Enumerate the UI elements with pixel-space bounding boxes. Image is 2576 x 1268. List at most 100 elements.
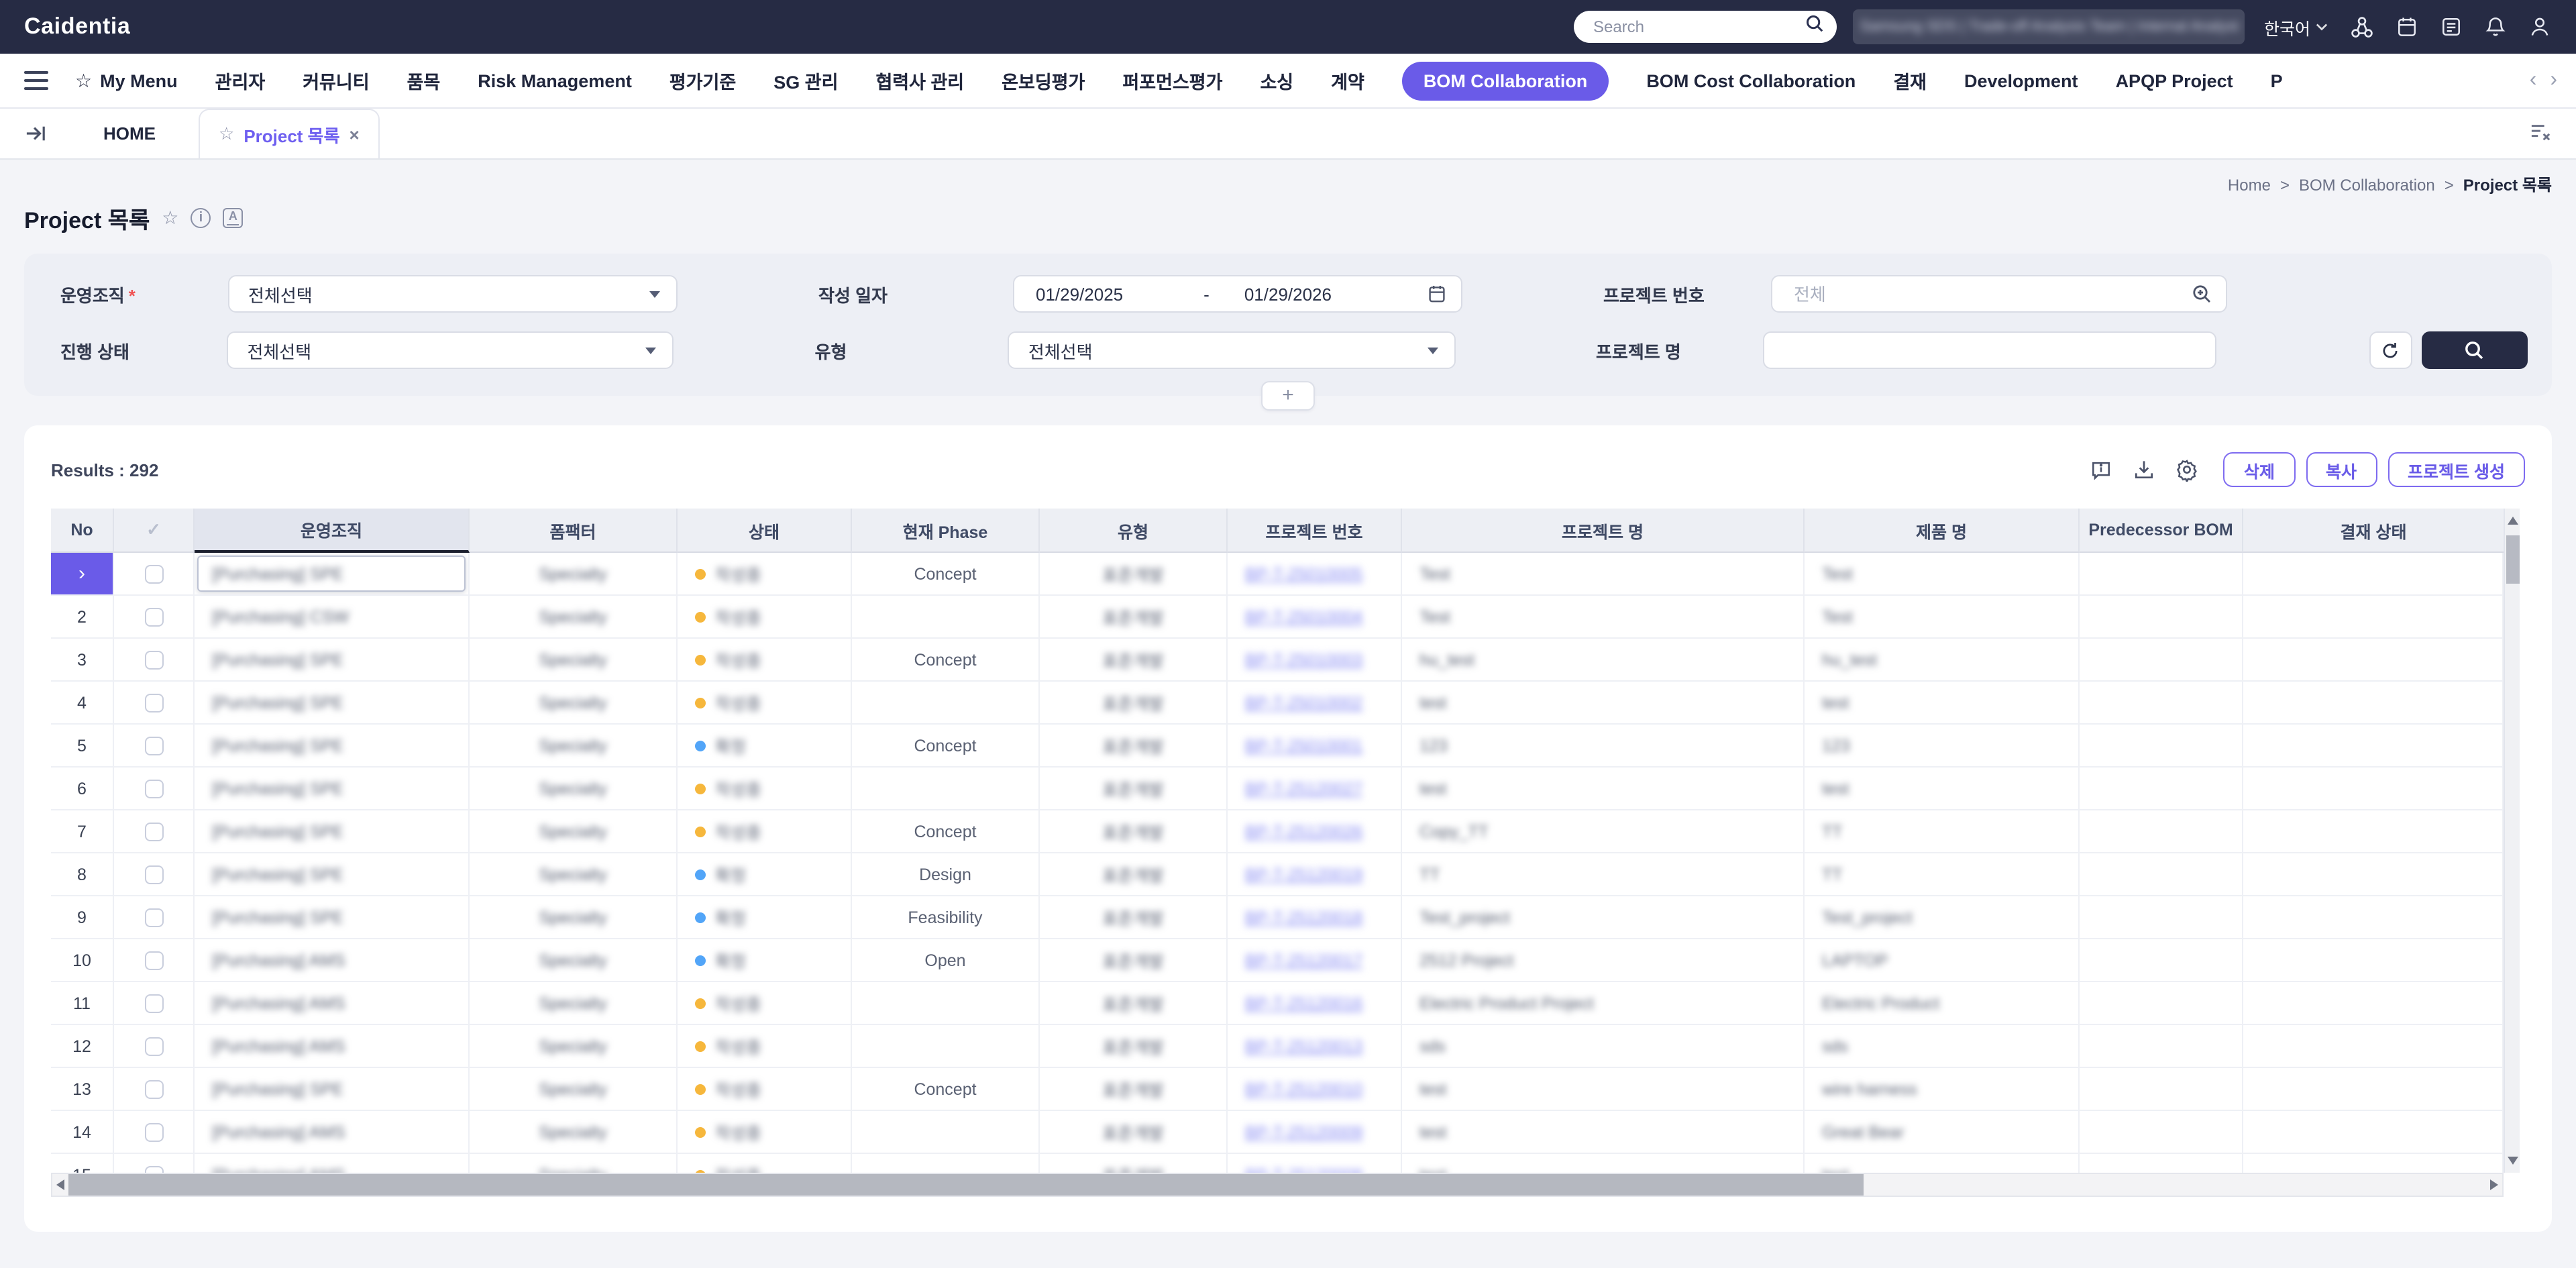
close-all-tabs-icon[interactable] — [2529, 122, 2552, 149]
cell-org[interactable]: [Purchasing] SPE — [195, 768, 470, 810]
nav-item-risk-management[interactable]: Risk Management — [478, 70, 632, 91]
cell-org[interactable]: [Purchasing] CSW — [195, 596, 470, 639]
scroll-left-arrow-icon[interactable] — [56, 1179, 64, 1190]
header-select-all[interactable]: ✓ — [114, 509, 195, 553]
project-number-link[interactable]: BP-T-25120016 — [1245, 994, 1362, 1012]
tab-home[interactable]: HOME — [79, 123, 180, 144]
project-number-link[interactable]: BP-T-25010001 — [1245, 736, 1362, 755]
nav-item-관리자[interactable]: 관리자 — [215, 67, 266, 94]
type-filter-select[interactable]: 전체선택 — [1008, 331, 1455, 369]
project-no-field[interactable] — [1771, 275, 2227, 313]
table-row[interactable]: 10[Purchasing] AMSSpecialty확정Open표준개발BP-… — [51, 939, 2520, 982]
cell-project-number[interactable]: BP-T-25010003 — [1228, 639, 1402, 682]
table-row[interactable]: 5[Purchasing] SPESpecialty확정Concept표준개발B… — [51, 725, 2520, 768]
table-row[interactable]: 2[Purchasing] CSWSpecialty작성중표준개발BP-T-25… — [51, 596, 2520, 639]
nav-item-bom-cost-collaboration[interactable]: BOM Cost Collaboration — [1646, 70, 1856, 91]
table-row[interactable]: ›[Purchasing] SPESpecialty작성중Concept표준개발… — [51, 553, 2520, 596]
nav-item-결재[interactable]: 결재 — [1893, 67, 1927, 94]
project-number-link[interactable]: BP-T-25120018 — [1245, 908, 1362, 927]
cell-project-number[interactable]: BP-T-25010002 — [1228, 682, 1402, 725]
row-checkbox[interactable] — [144, 1079, 163, 1098]
date-range-field[interactable]: 01/29/2025 - 01/29/2026 — [1013, 275, 1462, 313]
header-유형[interactable]: 유형 — [1040, 509, 1228, 553]
cell-project-number[interactable]: BP-T-25010005 — [1228, 553, 1402, 596]
header-제품 명[interactable]: 제품 명 — [1805, 509, 2080, 553]
cell-org[interactable]: [Purchasing] SPE — [195, 1068, 470, 1111]
project-number-link[interactable]: BP-T-25120013 — [1245, 1037, 1362, 1055]
nav-item-소싱[interactable]: 소싱 — [1260, 67, 1293, 94]
cell-project-number[interactable]: BP-T-25010004 — [1228, 596, 1402, 639]
header-프로젝트 명[interactable]: 프로젝트 명 — [1402, 509, 1805, 553]
project-name-field[interactable] — [1762, 331, 2216, 369]
horizontal-scroll-thumb[interactable] — [68, 1174, 1864, 1196]
header-현재 Phase[interactable]: 현재 Phase — [852, 509, 1040, 553]
scroll-up-arrow-icon[interactable] — [2508, 517, 2518, 525]
cell-org[interactable]: [Purchasing] SPE — [195, 853, 470, 896]
global-search[interactable] — [1574, 11, 1837, 43]
scroll-down-arrow-icon[interactable] — [2508, 1157, 2518, 1165]
org-filter-select[interactable]: 전체선택 — [228, 275, 678, 313]
project-number-link[interactable]: BP-T-25010002 — [1245, 693, 1362, 712]
header-운영조직[interactable]: 운영조직 — [195, 509, 470, 553]
row-checkbox[interactable] — [144, 865, 163, 884]
header-결재 상태[interactable]: 결재 상태 — [2243, 509, 2504, 553]
progress-filter-select[interactable]: 전체선택 — [227, 331, 674, 369]
cell-project-number[interactable]: BP-T-25120019 — [1228, 853, 1402, 896]
tab-project-list[interactable]: ☆ Project 목록 × — [199, 109, 380, 158]
tab-pin-icon[interactable]: ☆ — [219, 123, 234, 145]
breadcrumb-bom-collaboration[interactable]: BOM Collaboration — [2299, 176, 2435, 195]
scroll-right-arrow-icon[interactable] — [2490, 1179, 2498, 1190]
row-checkbox[interactable] — [144, 908, 163, 927]
header-상태[interactable]: 상태 — [678, 509, 852, 553]
table-row[interactable]: 15[Purchasing] AMSSpecialty작성중표준개발BP-T-2… — [51, 1154, 2520, 1173]
zoom-search-icon[interactable] — [2191, 283, 2212, 305]
selected-row-indicator[interactable]: › — [51, 553, 113, 594]
search-button[interactable] — [2421, 331, 2528, 369]
row-checkbox[interactable] — [144, 951, 163, 969]
nav-item-퍼포먼스평가[interactable]: 퍼포먼스평가 — [1122, 67, 1222, 94]
cell-org[interactable]: [Purchasing] SPE — [195, 639, 470, 682]
table-row[interactable]: 7[Purchasing] SPESpecialty작성중Concept표준개발… — [51, 810, 2520, 853]
table-row[interactable]: 3[Purchasing] SPESpecialty작성중Concept표준개발… — [51, 639, 2520, 682]
cell-project-number[interactable]: BP-T-25120018 — [1228, 896, 1402, 939]
org-chart-icon[interactable] — [2349, 14, 2375, 40]
global-search-input[interactable] — [1591, 16, 1805, 38]
row-checkbox[interactable] — [144, 779, 163, 798]
cell-org[interactable]: [Purchasing] SPE — [195, 553, 470, 596]
nav-item-p[interactable]: P — [2271, 70, 2283, 91]
cell-org[interactable]: [Purchasing] SPE — [195, 725, 470, 768]
cell-project-number[interactable]: BP-T-25120016 — [1228, 982, 1402, 1025]
nav-scroll-left-icon[interactable]: ‹ — [2530, 68, 2537, 93]
table-row[interactable]: 13[Purchasing] SPESpecialty작성중Concept표준개… — [51, 1068, 2520, 1111]
info-bubble-icon[interactable] — [2090, 458, 2114, 482]
calendar-icon[interactable] — [2395, 15, 2419, 39]
project-number-link[interactable]: BP-T-25120027 — [1245, 779, 1362, 798]
cell-project-number[interactable]: BP-T-25120009 — [1228, 1111, 1402, 1154]
nav-item-my-menu[interactable]: ☆My Menu — [75, 69, 178, 92]
memo-icon[interactable] — [2439, 15, 2463, 39]
row-checkbox[interactable] — [144, 822, 163, 841]
search-icon[interactable] — [1805, 13, 1825, 40]
project-number-link[interactable]: BP-T-25120019 — [1245, 865, 1362, 884]
row-checkbox[interactable] — [144, 1122, 163, 1141]
expand-filter-button[interactable]: + — [1261, 381, 1315, 411]
project-no-input[interactable] — [1775, 284, 2191, 304]
row-checkbox[interactable] — [144, 1037, 163, 1055]
project-number-link[interactable]: BP-T-25120009 — [1245, 1122, 1362, 1141]
nav-item-협력사-관리[interactable]: 협력사 관리 — [875, 67, 964, 94]
row-checkbox[interactable] — [144, 693, 163, 712]
nav-item-커뮤니티[interactable]: 커뮤니티 — [303, 67, 369, 94]
project-number-link[interactable]: BP-T-25120017 — [1245, 951, 1362, 969]
nav-item-온보딩평가[interactable]: 온보딩평가 — [1002, 67, 1085, 94]
download-icon[interactable] — [2133, 458, 2157, 482]
breadcrumb-home[interactable]: Home — [2228, 176, 2271, 195]
user-info-badge[interactable]: Samsung SDS | Trade-off Analysis Team | … — [1854, 9, 2245, 44]
row-checkbox[interactable] — [144, 994, 163, 1012]
tab-close-icon[interactable]: × — [350, 124, 360, 144]
date-to-value[interactable]: 01/29/2026 — [1244, 284, 1332, 304]
nav-item-sg-관리[interactable]: SG 관리 — [773, 67, 838, 94]
org-edit-box[interactable]: [Purchasing] SPE — [197, 556, 466, 592]
cell-org[interactable]: [Purchasing] SPE — [195, 896, 470, 939]
row-checkbox[interactable] — [144, 1165, 163, 1173]
cell-org[interactable]: [Purchasing] AMS — [195, 939, 470, 982]
